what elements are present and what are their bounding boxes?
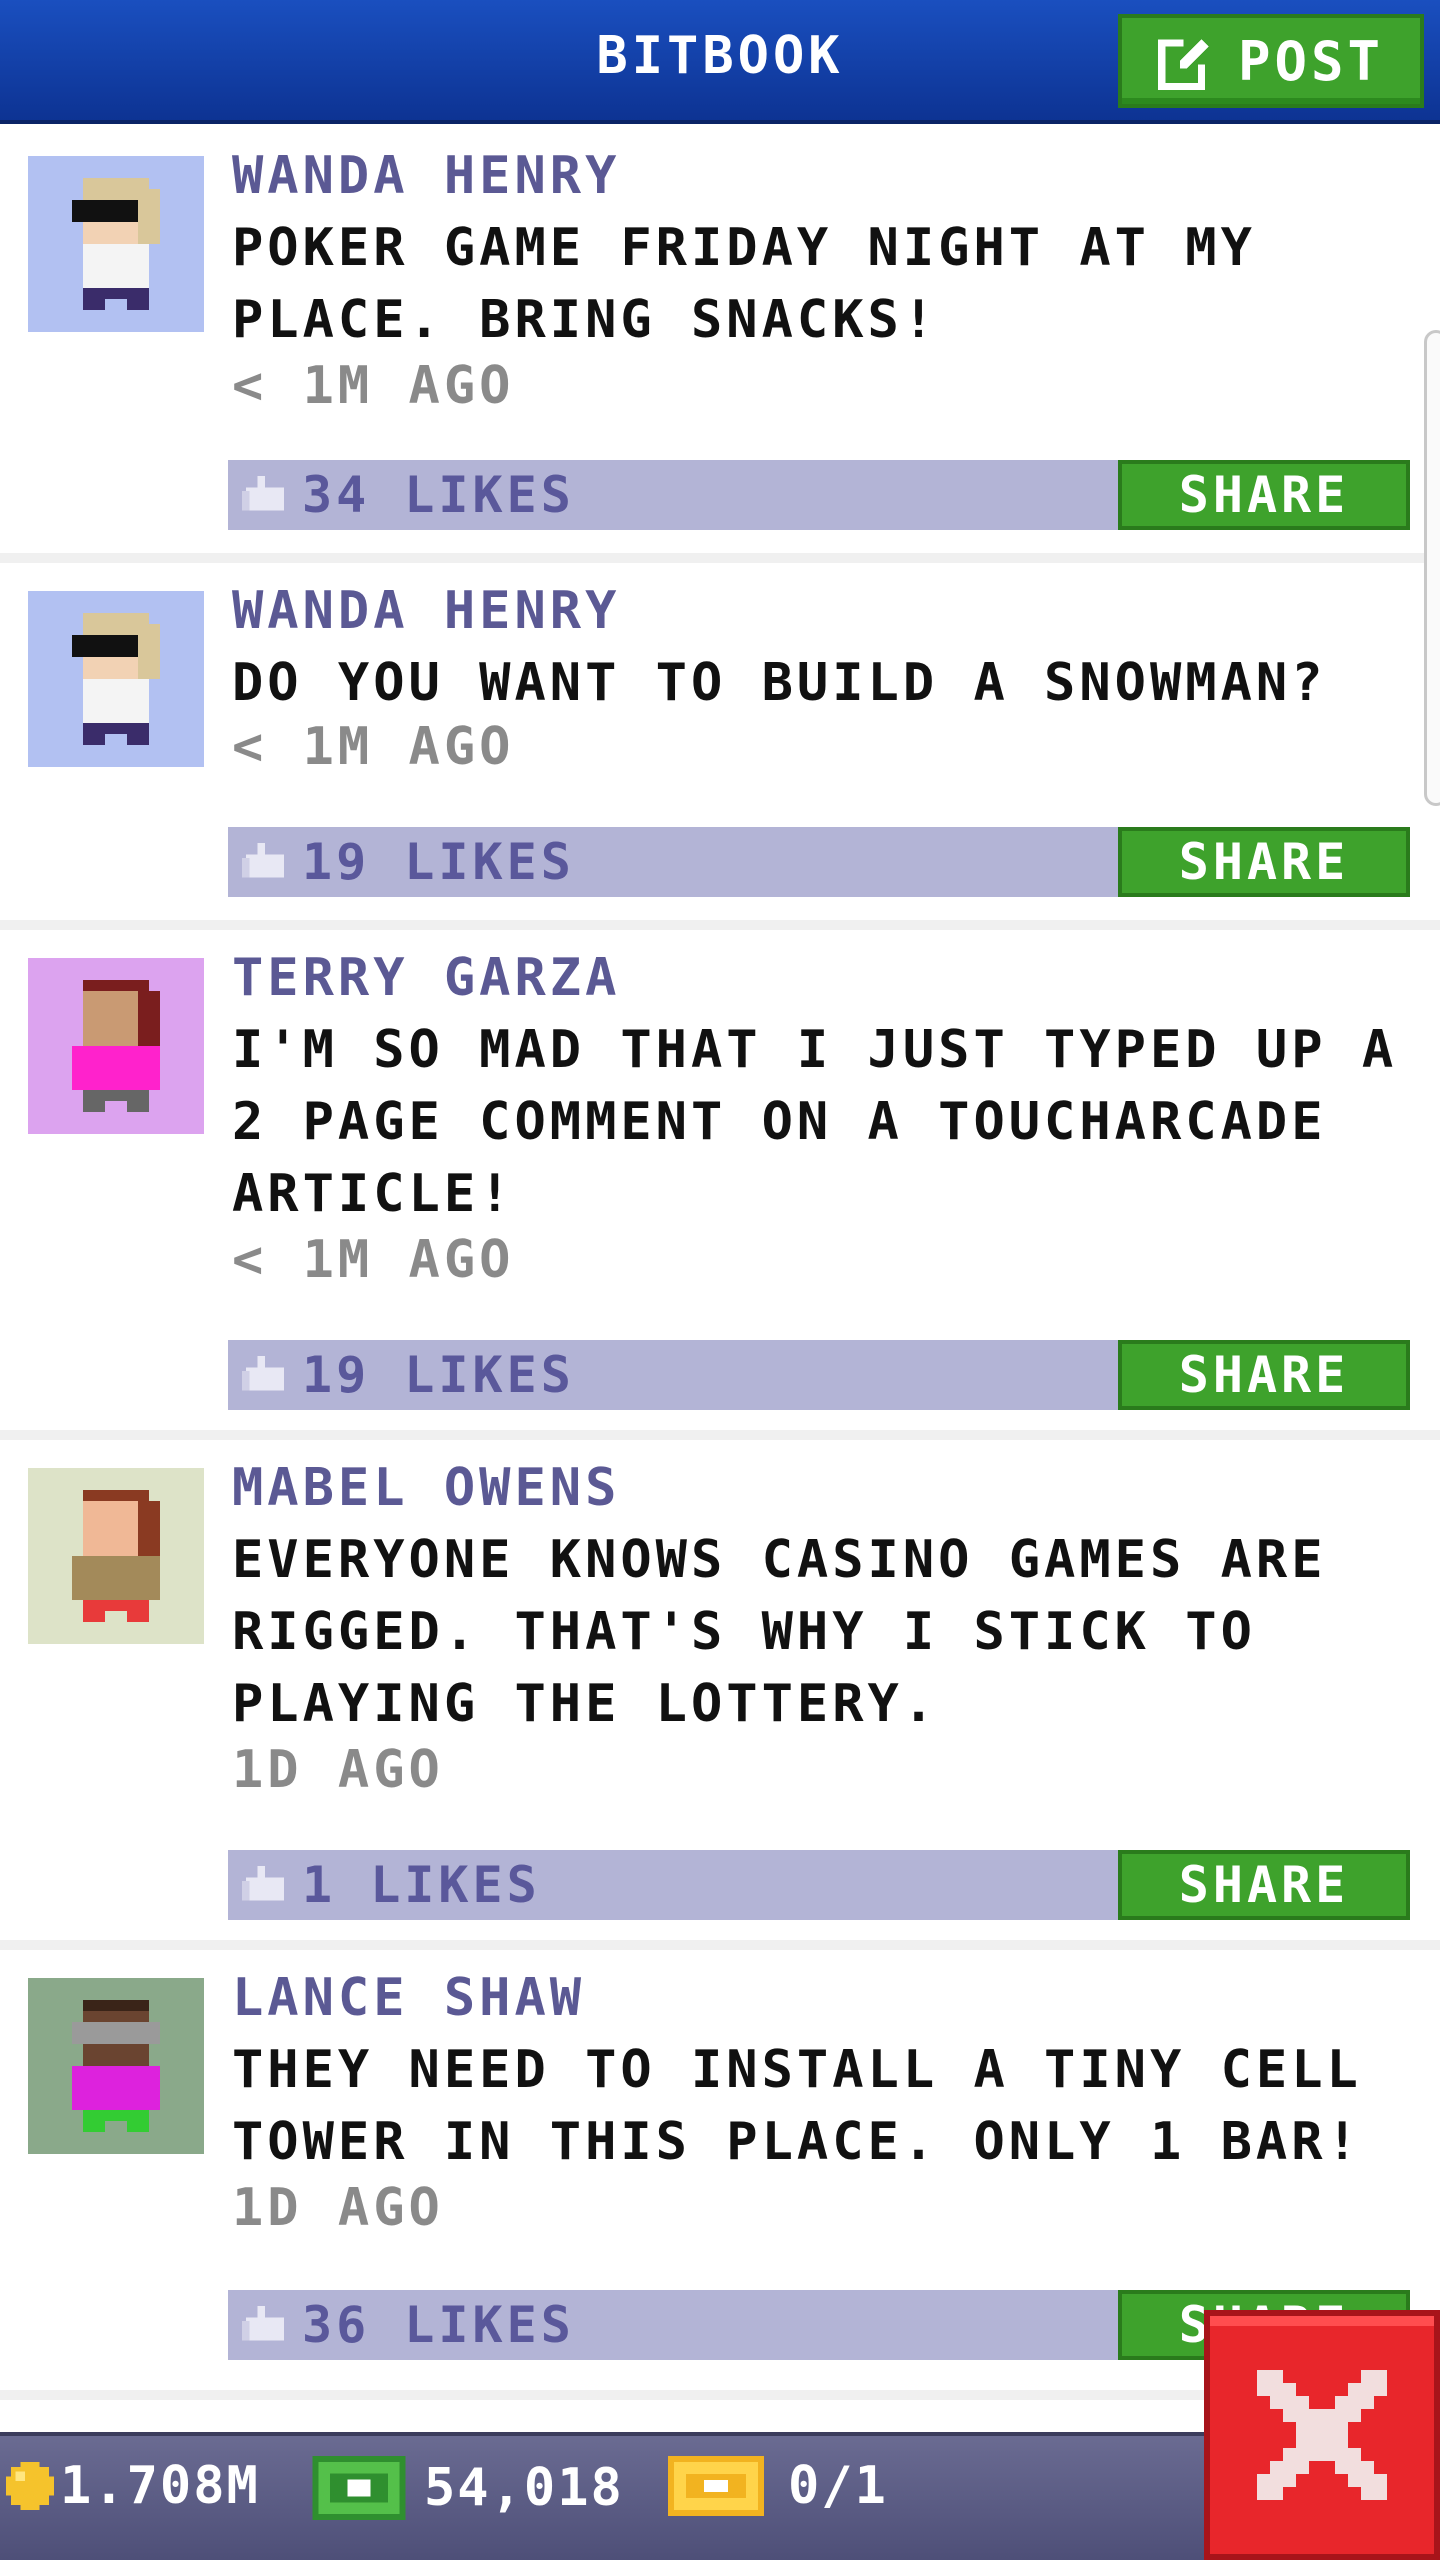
avatar[interactable] xyxy=(28,156,204,332)
avatar[interactable] xyxy=(28,1468,204,1644)
post-button[interactable]: POST xyxy=(1118,14,1424,108)
app-header: BITBOOK POST xyxy=(0,0,1440,124)
avatar[interactable] xyxy=(28,958,204,1134)
post-author[interactable]: WANDA HENRY xyxy=(232,146,620,206)
thumbs-up-icon xyxy=(242,842,285,878)
post-author[interactable]: WANDA HENRY xyxy=(232,581,620,641)
post-message: EVERYONE KNOWS CASINO GAMES ARE RIGGED. … xyxy=(232,1530,1327,1734)
share-button[interactable]: SHARE xyxy=(1118,460,1410,530)
avatar-terry-icon xyxy=(28,958,204,1134)
thumbs-up-icon xyxy=(242,2305,285,2341)
avatar-wanda-icon xyxy=(28,591,204,767)
like-bar[interactable]: 19 LIKES SHARE xyxy=(228,827,1410,897)
feed-post: WANDA HENRY POKER GAME FRIDAY NIGHT AT M… xyxy=(0,128,1440,553)
thumbs-up-icon xyxy=(242,475,285,511)
thumbs-up-icon xyxy=(242,1865,285,1901)
cash-icon xyxy=(312,2456,406,2520)
divider xyxy=(0,1940,1440,1950)
share-button[interactable]: SHARE xyxy=(1118,1850,1410,1920)
post-message: POKER GAME FRIDAY NIGHT AT MY PLACE. BRI… xyxy=(232,218,1256,350)
thumbs-up-icon xyxy=(242,1355,285,1391)
likes-count: 19 LIKES xyxy=(302,833,575,891)
close-button[interactable] xyxy=(1204,2310,1440,2560)
post-author[interactable]: MABEL OWENS xyxy=(232,1458,620,1518)
post-author[interactable]: TERRY GARZA xyxy=(232,948,620,1008)
feed-post: TERRY GARZA I'M SO MAD THAT I JUST TYPED… xyxy=(0,930,1440,1430)
feed-post: WANDA HENRY DO YOU WANT TO BUILD A SNOWM… xyxy=(0,563,1440,920)
likes-count: 19 LIKES xyxy=(302,1346,575,1404)
like-bar[interactable]: 19 LIKES SHARE xyxy=(228,1340,1410,1410)
bux-count: 54,018 xyxy=(424,2458,624,2518)
divider xyxy=(0,920,1440,930)
share-button[interactable]: SHARE xyxy=(1118,827,1410,897)
tickets-display: 0/1 xyxy=(668,2456,888,2516)
coins-count: 1.708M xyxy=(60,2456,260,2516)
ticket-icon xyxy=(668,2456,764,2516)
feed-post: MABEL OWENS EVERYONE KNOWS CASINO GAMES … xyxy=(0,1440,1440,1940)
like-bar[interactable]: 34 LIKES SHARE xyxy=(228,460,1410,530)
likes-count: 34 LIKES xyxy=(302,466,575,524)
divider xyxy=(0,1430,1440,1440)
avatar[interactable] xyxy=(28,1978,204,2154)
close-icon xyxy=(1257,2370,1387,2500)
avatar-lance-icon xyxy=(28,1978,204,2154)
avatar-mabel-icon xyxy=(28,1468,204,1644)
post-time: < 1M AGO xyxy=(232,1230,515,1290)
tickets-count: 0/1 xyxy=(788,2456,888,2516)
avatar-wanda-icon xyxy=(28,156,204,332)
avatar[interactable] xyxy=(28,591,204,767)
like-bar[interactable]: 1 LIKES SHARE xyxy=(228,1850,1410,1920)
post-time: < 1M AGO xyxy=(232,356,515,416)
post-time: 1D AGO xyxy=(232,1740,444,1800)
post-time: 1D AGO xyxy=(232,2178,444,2238)
likes-count: 1 LIKES xyxy=(302,1856,541,1914)
post-message: DO YOU WANT TO BUILD A SNOWMAN? xyxy=(232,653,1327,713)
edit-icon xyxy=(1157,35,1213,90)
share-button[interactable]: SHARE xyxy=(1118,1340,1410,1410)
post-message: I'M SO MAD THAT I JUST TYPED UP A 2 PAGE… xyxy=(232,1020,1398,1224)
coin-icon xyxy=(6,2462,54,2510)
bux-display: 54,018 xyxy=(312,2456,624,2520)
post-message: THEY NEED TO INSTALL A TINY CELL TOWER I… xyxy=(232,2040,1362,2172)
news-feed[interactable]: WANDA HENRY POKER GAME FRIDAY NIGHT AT M… xyxy=(0,128,1440,2430)
post-button-label: POST xyxy=(1237,29,1385,93)
scroll-indicator[interactable] xyxy=(1424,330,1440,806)
post-time: < 1M AGO xyxy=(232,717,515,777)
coins-display: 1.708M xyxy=(6,2456,260,2516)
divider xyxy=(0,553,1440,563)
post-author[interactable]: LANCE SHAW xyxy=(232,1968,585,2028)
likes-count: 36 LIKES xyxy=(302,2296,575,2354)
